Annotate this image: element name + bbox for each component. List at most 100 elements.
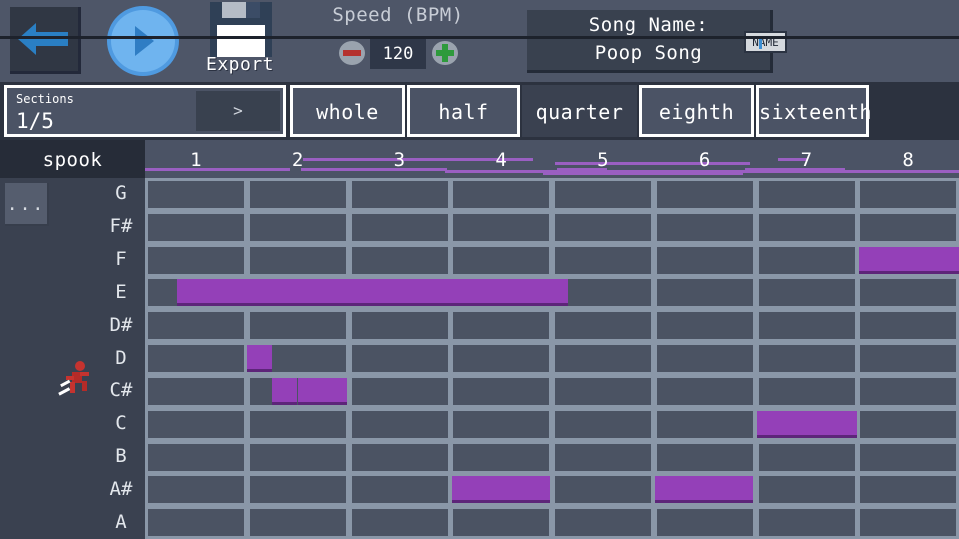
grid-cell[interactable]	[657, 345, 753, 372]
grid-cell[interactable]	[352, 181, 448, 208]
grid-cell[interactable]	[352, 247, 448, 274]
sections-next-button[interactable]: >	[196, 91, 280, 131]
note-block[interactable]	[757, 411, 857, 438]
grid-cell[interactable]	[860, 345, 956, 372]
grid-cell[interactable]	[860, 312, 956, 339]
grid-cell[interactable]	[352, 214, 448, 241]
grid-cell[interactable]	[657, 378, 753, 405]
grid-cell[interactable]	[453, 411, 549, 438]
grid-cell[interactable]	[759, 509, 855, 536]
back-button[interactable]	[10, 7, 81, 74]
grid-cell[interactable]	[453, 444, 549, 471]
grid-cell[interactable]	[555, 411, 651, 438]
song-name-panel[interactable]: Song Name: Poop Song	[527, 10, 773, 73]
grid-cell[interactable]	[148, 476, 244, 503]
play-button[interactable]	[107, 6, 179, 76]
duration-button-sixteenth[interactable]: sixteenth	[756, 85, 869, 137]
grid-cell[interactable]	[148, 345, 244, 372]
grid-cell[interactable]	[555, 509, 651, 536]
export-button[interactable]: Export	[202, 2, 278, 80]
grid-cell[interactable]	[860, 279, 956, 306]
grid-cell[interactable]	[453, 509, 549, 536]
sections-panel[interactable]: Sections 1/5 >	[4, 85, 286, 137]
grid-cell[interactable]	[555, 214, 651, 241]
grid-cell[interactable]	[759, 345, 855, 372]
note-block[interactable]	[272, 378, 297, 405]
grid-cell[interactable]	[555, 476, 651, 503]
note-block[interactable]	[859, 247, 959, 274]
grid-cell[interactable]	[250, 509, 346, 536]
track-name-box[interactable]: spook	[0, 140, 145, 178]
grid-cell[interactable]	[352, 411, 448, 438]
grid-cell[interactable]	[555, 444, 651, 471]
grid-cell[interactable]	[352, 476, 448, 503]
grid-cell[interactable]	[759, 279, 855, 306]
grid-cell[interactable]	[250, 214, 346, 241]
grid-cell[interactable]	[555, 345, 651, 372]
note-block[interactable]	[247, 345, 272, 372]
bpm-decrease-button[interactable]	[339, 41, 365, 65]
grid-cell[interactable]	[759, 247, 855, 274]
grid-cell[interactable]	[250, 411, 346, 438]
grid-cell[interactable]	[759, 312, 855, 339]
note-block[interactable]	[177, 279, 568, 306]
grid-cell[interactable]	[759, 181, 855, 208]
grid-cell[interactable]	[657, 411, 753, 438]
grid-cell[interactable]	[555, 312, 651, 339]
grid-cell[interactable]	[250, 181, 346, 208]
note-block[interactable]	[452, 476, 550, 503]
grid-cell[interactable]	[148, 214, 244, 241]
duration-button-whole[interactable]: whole	[290, 85, 405, 137]
grid-cell[interactable]	[250, 247, 346, 274]
grid-cell[interactable]	[148, 378, 244, 405]
grid-cell[interactable]	[148, 509, 244, 536]
grid-cell[interactable]	[657, 444, 753, 471]
piano-roll-grid[interactable]	[145, 178, 959, 539]
duration-button-eighth[interactable]: eighth	[639, 85, 754, 137]
grid-cell[interactable]	[148, 312, 244, 339]
note-block[interactable]	[655, 476, 753, 503]
grid-cell[interactable]	[555, 181, 651, 208]
track-options-button[interactable]: ...	[5, 183, 49, 226]
grid-cell[interactable]	[657, 312, 753, 339]
grid-cell[interactable]	[555, 247, 651, 274]
duration-button-half[interactable]: half	[407, 85, 520, 137]
rename-song-button[interactable]: NAME	[744, 31, 787, 53]
grid-cell[interactable]	[555, 279, 651, 306]
grid-cell[interactable]	[453, 345, 549, 372]
grid-cell[interactable]	[555, 378, 651, 405]
grid-cell[interactable]	[250, 444, 346, 471]
grid-cell[interactable]	[453, 214, 549, 241]
grid-cell[interactable]	[657, 214, 753, 241]
grid-cell[interactable]	[148, 247, 244, 274]
grid-cell[interactable]	[860, 444, 956, 471]
note-block[interactable]	[298, 378, 347, 405]
grid-cell[interactable]	[352, 444, 448, 471]
grid-cell[interactable]	[860, 411, 956, 438]
grid-cell[interactable]	[352, 378, 448, 405]
grid-cell[interactable]	[250, 312, 346, 339]
grid-cell[interactable]	[657, 247, 753, 274]
grid-cell[interactable]	[759, 444, 855, 471]
grid-cell[interactable]	[453, 181, 549, 208]
grid-cell[interactable]	[860, 476, 956, 503]
grid-cell[interactable]	[860, 181, 956, 208]
grid-cell[interactable]	[759, 476, 855, 503]
grid-cell[interactable]	[148, 411, 244, 438]
grid-cell[interactable]	[759, 378, 855, 405]
grid-cell[interactable]	[148, 181, 244, 208]
grid-cell[interactable]	[352, 312, 448, 339]
grid-cell[interactable]	[860, 378, 956, 405]
bpm-increase-button[interactable]	[432, 41, 458, 65]
grid-cell[interactable]	[352, 509, 448, 536]
timeline-ruler[interactable]: 12345678	[145, 140, 959, 178]
bpm-input[interactable]: 120	[370, 38, 426, 69]
grid-cell[interactable]	[453, 312, 549, 339]
grid-cell[interactable]	[657, 509, 753, 536]
grid-cell[interactable]	[860, 214, 956, 241]
grid-cell[interactable]	[453, 247, 549, 274]
grid-cell[interactable]	[352, 345, 448, 372]
grid-cell[interactable]	[453, 378, 549, 405]
grid-cell[interactable]	[657, 181, 753, 208]
grid-cell[interactable]	[860, 509, 956, 536]
